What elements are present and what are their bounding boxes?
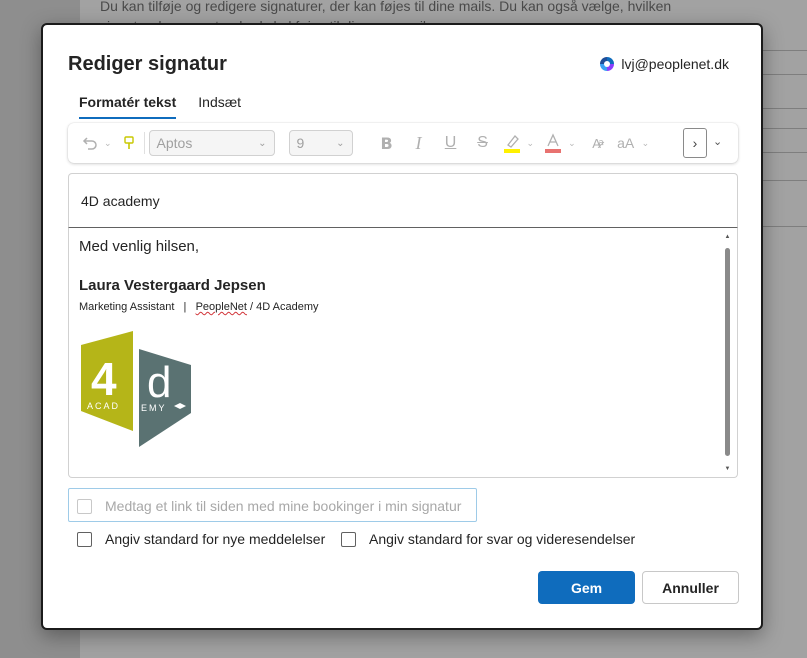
background-divider — [759, 152, 807, 153]
default-new-label: Angiv standard for nye meddelelser — [105, 531, 326, 547]
background-divider — [759, 128, 807, 129]
tab-insert[interactable]: Indsæt — [198, 94, 241, 119]
format-painter-button[interactable] — [118, 129, 140, 157]
format-painter-icon — [123, 136, 134, 149]
signature-name-input[interactable]: 4D academy — [68, 173, 738, 228]
signature-role-line: Marketing Assistant | PeopleNet / 4D Aca… — [79, 301, 727, 313]
background-divider — [759, 74, 807, 75]
signature-company-misspelled: PeopleNet — [195, 301, 247, 313]
clear-formatting-button[interactable]: A̷ͣ — [582, 129, 612, 157]
account-indicator: lvj@peoplenet.dk — [600, 56, 729, 72]
background-divider — [759, 50, 807, 51]
scrollbar-thumb[interactable] — [725, 248, 730, 456]
default-reply-checkbox[interactable] — [341, 531, 356, 547]
strikethrough-button[interactable]: S — [467, 129, 499, 157]
chevron-right-icon: › — [692, 135, 698, 151]
chevron-down-icon: ⌄ — [713, 136, 723, 148]
scroll-up-arrow-icon[interactable]: ▲ — [724, 234, 731, 240]
signature-separator: | — [183, 301, 187, 313]
cancel-button[interactable]: Annuller — [642, 571, 739, 604]
undo-button[interactable] — [78, 129, 102, 157]
expand-toolbar-button[interactable]: ⌄ — [713, 135, 722, 148]
account-email: lvj@peoplenet.dk — [621, 56, 729, 72]
signature-person-name: Laura Vestergaard Jepsen — [79, 277, 266, 294]
tab-format-text[interactable]: Formatér tekst — [79, 94, 177, 119]
chevron-down-icon: ⌄ — [258, 137, 267, 149]
chevron-down-icon: ⌄ — [336, 137, 345, 149]
font-size-value: 9 — [296, 135, 305, 151]
background-divider — [759, 226, 807, 227]
chevron-down-icon[interactable]: ⌄ — [568, 138, 576, 149]
font-size-select[interactable]: 9 ⌄ — [288, 130, 353, 156]
bookings-link-label: Medtag et link til siden med mine bookin… — [105, 498, 462, 514]
change-case-button[interactable]: aA — [612, 129, 640, 157]
default-new-checkbox[interactable] — [77, 531, 92, 547]
logo-left-digit: 4 — [91, 353, 117, 405]
highlight-button[interactable] — [499, 129, 525, 157]
default-new-option[interactable]: Angiv standard for nye meddelelser — [77, 531, 325, 547]
default-reply-option[interactable]: Angiv standard for svar og videresendels… — [341, 531, 635, 547]
chevron-down-icon[interactable]: ⌄ — [527, 138, 535, 149]
format-toolbar: ⌄ Aptos ⌄ 9 ⌄ B I U S ⌄ ⌄ A̷ͣ aA ⌄ › ⌄ — [68, 123, 738, 163]
clear-formatting-icon: A̷ͣ — [592, 135, 601, 151]
signature-company-rest: / 4D Academy — [246, 301, 319, 313]
underline-button[interactable]: U — [435, 129, 467, 157]
save-button[interactable]: Gem — [538, 571, 635, 604]
scroll-down-arrow-icon[interactable]: ▼ — [724, 466, 731, 472]
tab-bar: Formatér tekst Indsæt — [79, 94, 241, 119]
default-reply-label: Angiv standard for svar og videresendels… — [369, 531, 636, 547]
toolbar-divider — [143, 132, 145, 154]
background-text-line: Du kan tilføje og redigere signaturer, d… — [100, 0, 672, 14]
chevron-down-icon[interactable]: ⌄ — [642, 138, 650, 149]
background-divider — [759, 180, 807, 181]
signature-role: Marketing Assistant — [79, 301, 175, 313]
background-divider — [759, 108, 807, 109]
bold-button[interactable]: B — [371, 129, 403, 157]
edit-signature-dialog: Rediger signatur lvj@peoplenet.dk Format… — [41, 23, 763, 630]
dialog-title: Rediger signatur — [68, 53, 227, 75]
highlighter-icon — [503, 135, 520, 153]
logo-right-letter: d — [147, 358, 171, 407]
font-family-select[interactable]: Aptos ⌄ — [148, 130, 275, 156]
font-color-icon — [545, 133, 562, 153]
signature-greeting: Med venlig hilsen, — [79, 238, 200, 255]
font-color-button[interactable] — [540, 129, 566, 157]
logo-left-caption: ACAD — [87, 401, 120, 411]
signature-editor[interactable]: Med venlig hilsen, Laura Vestergaard Jep… — [68, 228, 738, 478]
account-logo-icon — [600, 57, 615, 71]
editor-scrollbar[interactable]: ▲ ▼ — [724, 234, 731, 472]
more-options-button[interactable]: › — [683, 128, 707, 158]
font-family-value: Aptos — [156, 135, 193, 151]
bookings-link-checkbox[interactable] — [77, 498, 92, 514]
bookings-link-option[interactable]: Medtag et link til siden med mine bookin… — [77, 498, 461, 514]
4d-academy-logo: 4 d ACAD EMY — [81, 331, 191, 447]
undo-icon — [82, 137, 97, 150]
italic-button[interactable]: I — [403, 129, 435, 157]
logo-right-caption: EMY — [141, 403, 167, 413]
chevron-down-icon[interactable]: ⌄ — [104, 138, 112, 149]
